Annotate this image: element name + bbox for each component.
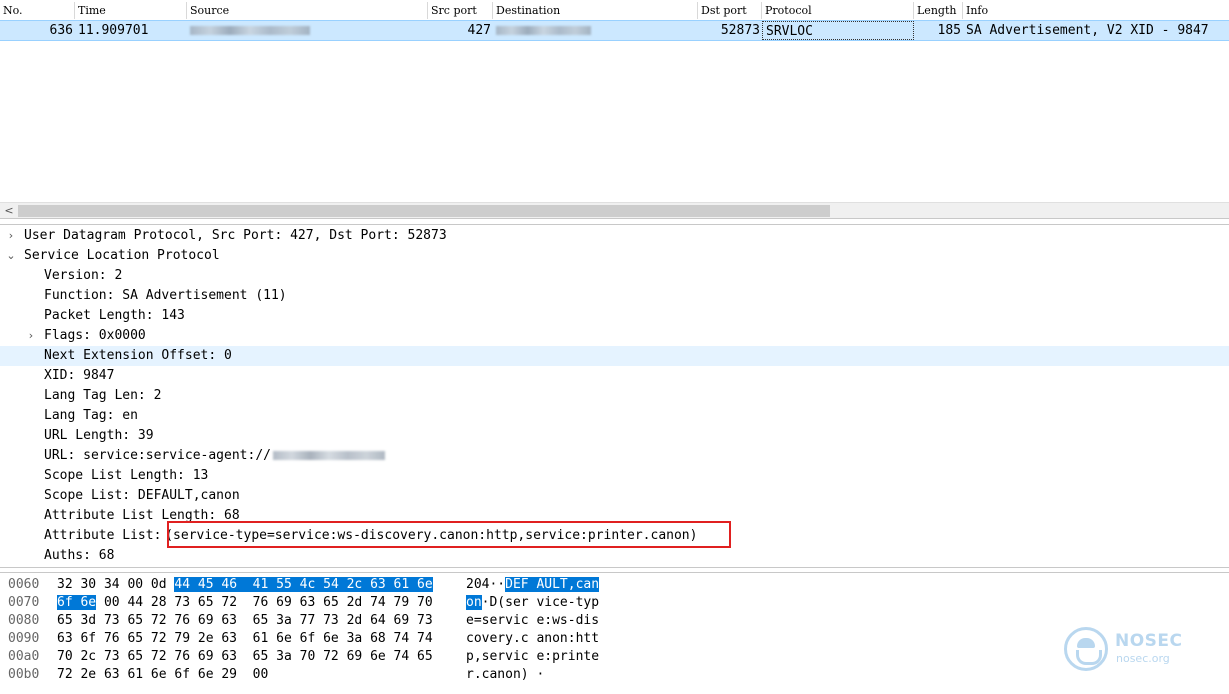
chevron-right-icon[interactable]: › bbox=[24, 326, 38, 346]
ascii-bytes: r.canon) · bbox=[466, 667, 545, 682]
redacted-destination-address bbox=[496, 26, 591, 35]
field-auths[interactable]: Auths: 68 bbox=[0, 546, 1229, 566]
cell-destination-redacted bbox=[493, 21, 698, 40]
column-header-protocol[interactable]: Protocol bbox=[762, 2, 914, 19]
ascii-bytes: e=servic e:ws-dis bbox=[466, 613, 600, 628]
chevron-right-icon[interactable]: › bbox=[4, 226, 18, 246]
cell-dst-port: 52873 bbox=[720, 23, 760, 38]
scroll-left-arrow-icon[interactable]: < bbox=[2, 203, 16, 219]
column-header-destination[interactable]: Destination bbox=[493, 2, 698, 19]
ascii-bytes: covery.c anon:htt bbox=[466, 631, 600, 646]
field-function[interactable]: Function: SA Advertisement (11) bbox=[0, 286, 1229, 306]
field-packet-length[interactable]: Packet Length: 143 bbox=[0, 306, 1229, 326]
field-lang-tag-len-text: Lang Tag Len: 2 bbox=[44, 388, 162, 403]
hex-bytes: 6f 6e 00 44 28 73 65 72 76 69 63 65 2d 7… bbox=[57, 595, 433, 610]
field-attribute-list-length-text: Attribute List Length: 68 bbox=[44, 508, 240, 523]
field-auths-text: Auths: 68 bbox=[44, 548, 115, 563]
chevron-down-icon[interactable]: ⌄ bbox=[4, 246, 18, 266]
field-scope-list-length-text: Scope List Length: 13 bbox=[44, 468, 209, 483]
field-attribute-list-length[interactable]: Attribute List Length: 68 bbox=[0, 506, 1229, 526]
packet-list-pane[interactable]: No. Time Source Src port Destination Dst… bbox=[0, 0, 1229, 219]
ascii-bytes: on·D(ser vice-typ bbox=[466, 595, 600, 610]
field-function-text: Function: SA Advertisement (11) bbox=[44, 288, 287, 303]
column-header-src-port[interactable]: Src port bbox=[428, 2, 493, 19]
hex-bytes: 63 6f 76 65 72 79 2e 63 61 6e 6f 6e 3a 6… bbox=[57, 631, 433, 646]
tree-item-udp[interactable]: › User Datagram Protocol, Src Port: 427,… bbox=[0, 226, 1229, 246]
field-next-extension-offset-text: Next Extension Offset: 0 bbox=[44, 348, 232, 363]
field-url[interactable]: URL: service:service-agent:// bbox=[0, 446, 1229, 466]
hex-bytes: 72 2e 63 61 6e 6f 6e 29 00 bbox=[57, 667, 269, 682]
field-scope-list[interactable]: Scope List: DEFAULT,canon bbox=[0, 486, 1229, 506]
column-header-time[interactable]: Time bbox=[75, 2, 187, 19]
packet-bytes-pane[interactable]: 0060 32 30 34 00 0d 44 45 46 41 55 4c 54… bbox=[0, 572, 1229, 692]
nosec-logo-icon bbox=[1064, 627, 1108, 671]
bytes-line[interactable]: 0070 6f 6e 00 44 28 73 65 72 76 69 63 65… bbox=[0, 594, 1229, 612]
column-header-no[interactable]: No. bbox=[0, 2, 75, 19]
column-header-source[interactable]: Source bbox=[187, 2, 428, 19]
cell-no: 636 bbox=[49, 23, 73, 38]
field-lang-tag-len[interactable]: Lang Tag Len: 2 bbox=[0, 386, 1229, 406]
column-header-dst-port[interactable]: Dst port bbox=[698, 2, 762, 19]
field-xid[interactable]: XID: 9847 bbox=[0, 366, 1229, 386]
tree-item-slp[interactable]: ⌄ Service Location Protocol bbox=[0, 246, 1229, 266]
bytes-line[interactable]: 0090 63 6f 76 65 72 79 2e 63 61 6e 6f 6e… bbox=[0, 630, 1229, 648]
field-attribute-list-label: Attribute List: bbox=[44, 528, 170, 543]
tree-item-udp-label: User Datagram Protocol, Src Port: 427, D… bbox=[24, 228, 447, 243]
redacted-source-address bbox=[190, 26, 310, 35]
nosec-watermark: NOSEC nosec.org bbox=[1064, 627, 1194, 671]
bytes-line[interactable]: 0060 32 30 34 00 0d 44 45 46 41 55 4c 54… bbox=[0, 576, 1229, 594]
packet-list-header: No. Time Source Src port Destination Dst… bbox=[0, 2, 1229, 19]
field-next-extension-offset[interactable]: Next Extension Offset: 0 bbox=[0, 346, 1229, 366]
field-url-length[interactable]: URL Length: 39 bbox=[0, 426, 1229, 446]
cell-time: 11.909701 bbox=[78, 23, 149, 38]
cell-src-port: 427 bbox=[467, 23, 491, 38]
bytes-line[interactable]: 00a0 70 2c 73 65 72 76 69 63 65 3a 70 72… bbox=[0, 648, 1229, 666]
cell-info: SA Advertisement, V2 XID - 9847 bbox=[966, 23, 1209, 38]
field-version[interactable]: Version: 2 bbox=[0, 266, 1229, 286]
watermark-name: NOSEC bbox=[1115, 631, 1183, 651]
bytes-line[interactable]: 00b0 72 2e 63 61 6e 6f 6e 29 00 r.canon)… bbox=[0, 666, 1229, 684]
field-flags-text: Flags: 0x0000 bbox=[44, 328, 146, 343]
hex-bytes: 32 30 34 00 0d 44 45 46 41 55 4c 54 2c 6… bbox=[57, 577, 433, 592]
field-lang-tag-text: Lang Tag: en bbox=[44, 408, 138, 423]
watermark-site: nosec.org bbox=[1116, 652, 1170, 665]
hex-bytes: 65 3d 73 65 72 76 69 63 65 3a 77 73 2d 6… bbox=[57, 613, 433, 628]
byte-offset: 00b0 bbox=[8, 667, 40, 682]
cell-protocol: SRVLOC bbox=[762, 21, 914, 40]
field-version-text: Version: 2 bbox=[44, 268, 123, 283]
field-flags[interactable]: › Flags: 0x0000 bbox=[0, 326, 1229, 346]
tree-item-slp-label: Service Location Protocol bbox=[24, 248, 220, 263]
byte-offset: 00a0 bbox=[8, 649, 40, 664]
field-scope-list-length[interactable]: Scope List Length: 13 bbox=[0, 466, 1229, 486]
column-header-length[interactable]: Length bbox=[914, 2, 963, 19]
scrollbar-thumb[interactable] bbox=[18, 205, 830, 217]
byte-offset: 0060 bbox=[8, 577, 40, 592]
field-xid-text: XID: 9847 bbox=[44, 368, 115, 383]
cell-source-redacted bbox=[187, 21, 428, 40]
ascii-bytes: p,servic e:printe bbox=[466, 649, 600, 664]
byte-offset: 0080 bbox=[8, 613, 40, 628]
byte-offset: 0070 bbox=[8, 595, 40, 610]
field-attribute-list-value: (service-type=service:ws-discovery.canon… bbox=[165, 528, 698, 543]
field-attribute-list[interactable]: Attribute List: (service-type=service:ws… bbox=[0, 526, 1229, 546]
packet-list-horizontal-scrollbar[interactable]: < bbox=[0, 202, 1229, 218]
field-packet-length-text: Packet Length: 143 bbox=[44, 308, 185, 323]
cell-length: 185 bbox=[937, 23, 961, 38]
redacted-url-host bbox=[272, 451, 385, 460]
field-url-length-text: URL Length: 39 bbox=[44, 428, 154, 443]
packet-row-selected[interactable]: 636 11.909701 427 52873 SRVLOC 185 SA Ad… bbox=[0, 20, 1229, 41]
byte-offset: 0090 bbox=[8, 631, 40, 646]
hex-bytes: 70 2c 73 65 72 76 69 63 65 3a 70 72 69 6… bbox=[57, 649, 433, 664]
bytes-line[interactable]: 0080 65 3d 73 65 72 76 69 63 65 3a 77 73… bbox=[0, 612, 1229, 630]
field-lang-tag[interactable]: Lang Tag: en bbox=[0, 406, 1229, 426]
field-url-text: URL: service:service-agent:// bbox=[44, 448, 271, 463]
packet-details-pane[interactable]: › User Datagram Protocol, Src Port: 427,… bbox=[0, 224, 1229, 568]
field-scope-list-text: Scope List: DEFAULT,canon bbox=[44, 488, 240, 503]
column-header-info[interactable]: Info bbox=[963, 2, 1229, 19]
ascii-bytes: 204··DEF AULT,can bbox=[466, 577, 600, 592]
